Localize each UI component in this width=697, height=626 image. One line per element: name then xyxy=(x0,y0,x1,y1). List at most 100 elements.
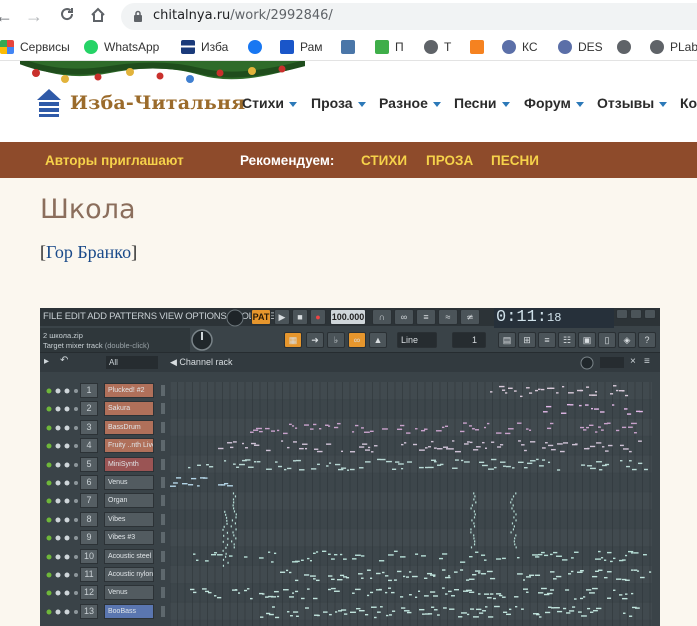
channel-mixer-number[interactable]: 13 xyxy=(80,603,98,619)
channel-name-button[interactable]: Organ xyxy=(104,493,154,509)
channel-row[interactable]: 2 Sakura xyxy=(40,400,170,418)
channel-mixer-number[interactable]: 5 xyxy=(80,456,98,472)
plugin-icon[interactable]: ☷ xyxy=(558,332,576,348)
recommend-link-songs[interactable]: ПЕСНИ xyxy=(491,153,539,168)
channel-name-button[interactable]: Fruity ..nth Live xyxy=(104,438,154,454)
play-button[interactable]: ▶ xyxy=(274,309,290,325)
recommend-link-prose[interactable]: ПРОЗА xyxy=(426,153,473,168)
channel-name-button[interactable]: Sakura xyxy=(104,401,154,417)
channel-name-button[interactable]: Acoustic steel xyxy=(104,548,154,564)
tempo-display[interactable]: 100.000 xyxy=(330,309,366,325)
close-icon[interactable] xyxy=(644,309,656,319)
bookmark-ok[interactable] xyxy=(470,39,490,55)
channel-select-led[interactable] xyxy=(161,513,165,525)
bookmark-globe[interactable] xyxy=(617,39,637,55)
arrow-tool-icon[interactable]: ➜ xyxy=(306,332,324,348)
rack-slider[interactable] xyxy=(600,357,624,368)
channel-select-led[interactable] xyxy=(161,587,165,599)
channel-mixer-number[interactable]: 7 xyxy=(80,493,98,509)
piano-roll-icon[interactable]: ▤ xyxy=(498,332,516,348)
stop-button[interactable]: ■ xyxy=(292,309,308,325)
stamp-icon[interactable]: ▲ xyxy=(369,332,387,348)
channel-select-led[interactable] xyxy=(161,550,165,562)
bookmark-facebook[interactable] xyxy=(248,39,268,55)
reload-icon[interactable] xyxy=(57,6,77,26)
link-icon[interactable]: ∞ xyxy=(348,332,366,348)
countdown-icon[interactable]: ≡ xyxy=(416,309,436,325)
channel-row[interactable]: 13 BooBass xyxy=(40,603,170,621)
channel-controls-icon[interactable] xyxy=(46,535,78,541)
channel-row[interactable]: 5 MiniSynth xyxy=(40,456,170,474)
minimize-icon[interactable] xyxy=(616,309,628,319)
file-icon[interactable]: ▯ xyxy=(598,332,616,348)
channel-row[interactable]: 11 Acoustic nylon xyxy=(40,566,170,584)
channel-mixer-number[interactable]: 12 xyxy=(80,585,98,601)
channel-row[interactable]: 12 Venus xyxy=(40,584,170,602)
bookmark-ram[interactable]: Рам xyxy=(280,39,323,55)
channel-controls-icon[interactable] xyxy=(46,443,78,449)
bookmark-vk[interactable] xyxy=(341,39,361,55)
record-button[interactable]: ● xyxy=(310,309,326,325)
channel-name-button[interactable]: Vibes xyxy=(104,511,154,527)
swing-knob-icon[interactable] xyxy=(580,356,594,370)
playlist-button[interactable]: ▦ xyxy=(284,332,302,348)
channel-row[interactable]: 4 Fruity ..nth Live xyxy=(40,437,170,455)
channel-select-led[interactable] xyxy=(161,569,165,580)
channel-controls-icon[interactable] xyxy=(46,425,78,431)
bookmark-whatsapp[interactable]: WhatsApp xyxy=(84,39,159,55)
channel-name-button[interactable]: Venus xyxy=(104,585,154,601)
menu-item-poems[interactable]: Стихи xyxy=(242,95,297,111)
channel-controls-icon[interactable] xyxy=(46,554,78,560)
bulb-icon[interactable]: ◈ xyxy=(618,332,636,348)
bookmark-des[interactable]: DES xyxy=(558,39,603,55)
channel-name-button[interactable]: Venus xyxy=(104,475,154,490)
forward-icon[interactable]: → xyxy=(24,6,44,26)
channel-mixer-number[interactable]: 2 xyxy=(80,401,98,417)
piano-roll-grid[interactable] xyxy=(170,382,652,626)
main-volume-knob-icon[interactable] xyxy=(190,328,214,352)
site-logo[interactable]: Изба-Читальня xyxy=(36,86,245,120)
channel-mixer-number[interactable]: 6 xyxy=(80,475,98,490)
recommend-link-poems[interactable]: СТИХИ xyxy=(361,153,407,168)
channel-select-led[interactable] xyxy=(161,421,165,433)
blend-icon[interactable]: ≄ xyxy=(460,309,480,325)
channel-row[interactable]: 8 Vibes xyxy=(40,511,170,529)
channel-name-button[interactable]: MiniSynth xyxy=(104,456,154,472)
channel-name-button[interactable]: Vibes #3 xyxy=(104,530,154,546)
wait-icon[interactable]: ∞ xyxy=(394,309,414,325)
channel-select-led[interactable] xyxy=(161,605,165,617)
author-link[interactable]: Гор Бранко xyxy=(46,242,131,262)
menu-item-songs[interactable]: Песни xyxy=(454,95,510,111)
rack-undo-icon[interactable]: ↶ xyxy=(60,355,68,366)
channel-select-led[interactable] xyxy=(161,385,165,396)
rack-close-icon[interactable]: × xyxy=(630,356,636,367)
channel-controls-icon[interactable] xyxy=(46,517,78,523)
metronome-icon[interactable]: ∩ xyxy=(372,309,392,325)
menu-item-more[interactable]: Ко xyxy=(680,95,697,111)
channel-select-led[interactable] xyxy=(161,458,165,470)
channel-mixer-number[interactable]: 1 xyxy=(80,383,98,398)
channel-select-led[interactable] xyxy=(161,440,165,452)
channel-controls-icon[interactable] xyxy=(46,590,78,596)
channel-mixer-number[interactable]: 3 xyxy=(80,419,98,435)
address-bar[interactable]: chitalnya.ru/work/2992846/ xyxy=(121,3,697,30)
maximize-icon[interactable] xyxy=(630,309,642,319)
channel-rack-icon[interactable]: ⊞ xyxy=(518,332,536,348)
bookmark-ks[interactable]: КС xyxy=(502,39,538,55)
menu-item-reviews[interactable]: Отзывы xyxy=(597,95,668,111)
channel-name-button[interactable]: Plucked! #2 xyxy=(104,383,154,398)
snap-mode-select[interactable]: Line xyxy=(397,332,437,348)
back-icon[interactable]: ← xyxy=(0,6,14,26)
channel-row[interactable]: 1 Plucked! #2 xyxy=(40,382,170,400)
bookmark-plab[interactable]: PLab xyxy=(650,39,697,55)
channel-controls-icon[interactable] xyxy=(46,462,78,468)
channel-controls-icon[interactable] xyxy=(46,498,78,504)
pat-button[interactable]: PAT xyxy=(251,309,271,325)
channel-name-button[interactable]: Acoustic nylon xyxy=(104,567,154,582)
channel-filter-select[interactable]: All xyxy=(106,356,158,369)
channel-controls-icon[interactable] xyxy=(46,406,78,412)
channel-controls-icon[interactable] xyxy=(46,572,78,578)
bookmark-p[interactable]: П xyxy=(375,39,404,55)
channel-mixer-number[interactable]: 9 xyxy=(80,530,98,546)
bookmark-izba[interactable]: Изба xyxy=(181,39,228,55)
